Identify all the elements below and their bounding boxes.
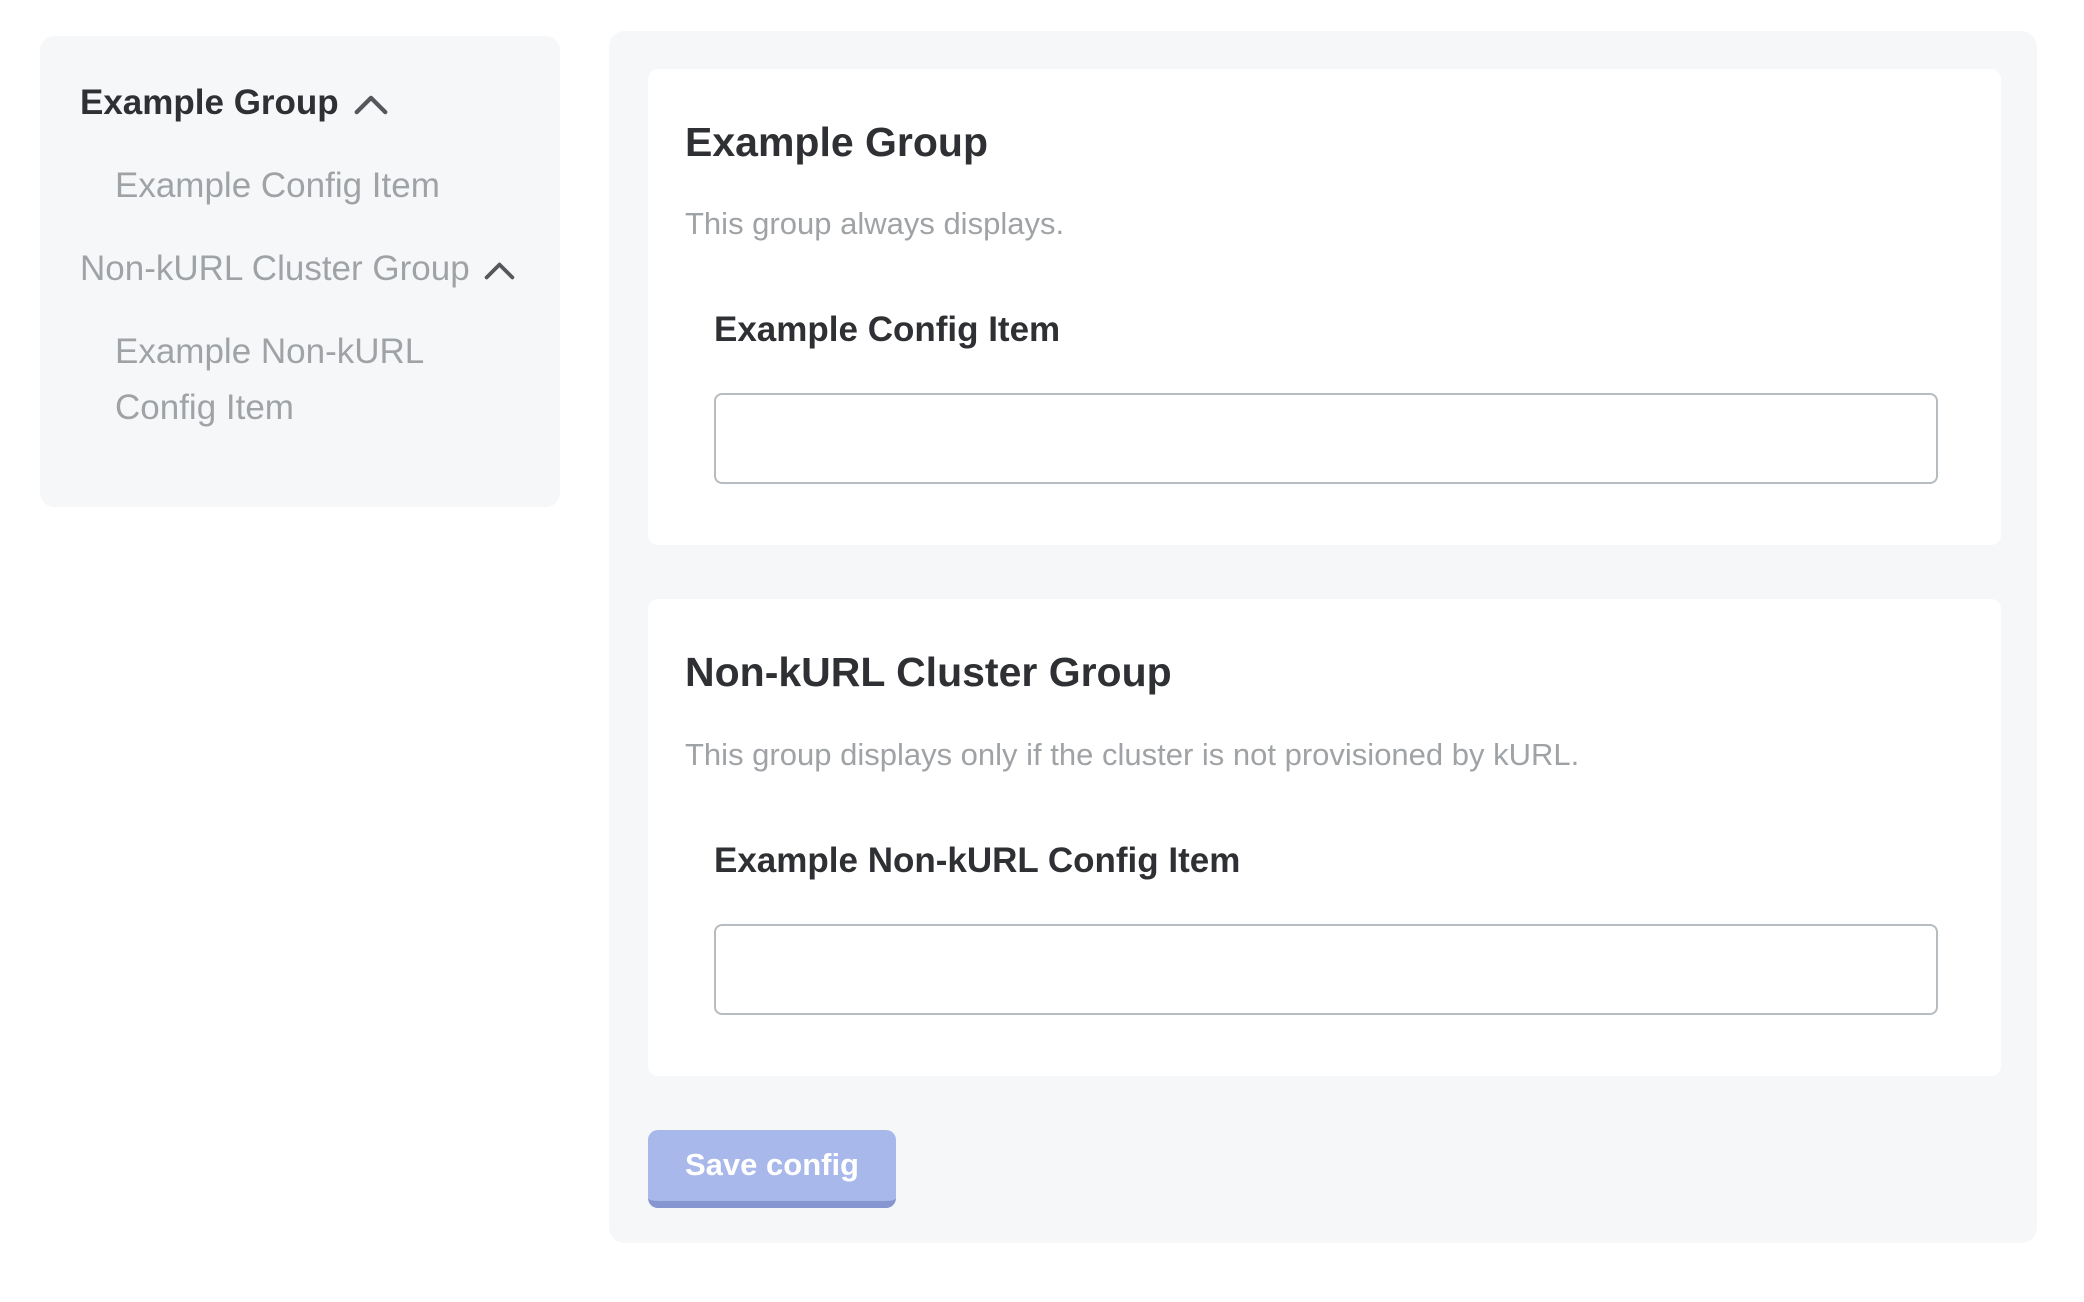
example-config-item-input[interactable]: [714, 393, 1938, 484]
config-main-panel: Example Group This group always displays…: [609, 31, 2037, 1243]
save-config-button[interactable]: Save config: [648, 1130, 896, 1208]
sidebar-item-example-config-item[interactable]: Example Config Item: [80, 158, 530, 214]
chevron-up-icon: [353, 95, 389, 115]
group-title: Non-kURL Cluster Group: [685, 648, 1938, 697]
group-description: This group always displays.: [685, 205, 1938, 242]
sidebar-group-non-kurl-cluster-group[interactable]: Non-kURL Cluster Group: [80, 248, 530, 290]
chevron-up-icon: [484, 262, 515, 280]
config-field: Example Config Item: [714, 309, 1938, 484]
sidebar-group-label: Example Group: [80, 82, 339, 124]
config-group-card-non-kurl-cluster-group: Non-kURL Cluster Group This group displa…: [648, 599, 2001, 1075]
config-field: Example Non-kURL Config Item: [714, 840, 1938, 1015]
config-item-label: Example Non-kURL Config Item: [714, 840, 1938, 882]
config-item-label: Example Config Item: [714, 309, 1938, 351]
example-non-kurl-config-item-input[interactable]: [714, 924, 1938, 1015]
config-sidebar: Example Group Example Config Item Non-kU…: [40, 36, 560, 507]
sidebar-group-example-group[interactable]: Example Group: [80, 82, 530, 124]
group-title: Example Group: [685, 118, 1938, 167]
config-group-card-example-group: Example Group This group always displays…: [648, 69, 2001, 545]
group-description: This group displays only if the cluster …: [685, 736, 1938, 773]
sidebar-group-label: Non-kURL Cluster Group: [80, 248, 470, 290]
sidebar-item-example-non-kurl-config-item[interactable]: Example Non-kURL Config Item: [80, 324, 530, 436]
